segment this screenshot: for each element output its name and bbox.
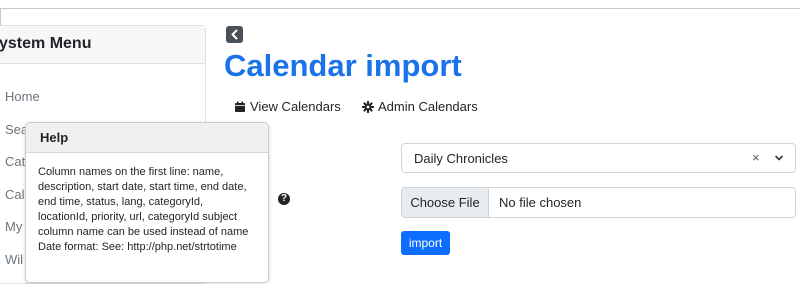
help-line: end time, status, lang, categoryId, xyxy=(38,196,204,208)
system-menu-header: ystem Menu xyxy=(0,26,205,64)
system-menu-title: ystem Menu xyxy=(0,35,92,52)
page-title: Calendar import xyxy=(224,48,462,83)
calendar-icon xyxy=(235,101,245,112)
help-line: locationId, priority, url, categoryId su… xyxy=(38,211,238,223)
view-calendars-link[interactable]: View Calendars xyxy=(234,99,341,114)
sidebar-item-my[interactable]: My xyxy=(5,219,22,234)
file-status-text: No file chosen xyxy=(499,195,582,210)
back-button[interactable] xyxy=(226,26,243,43)
sidebar-item-wiki[interactable]: Wil xyxy=(5,252,23,267)
admin-calendars-link[interactable]: Admin Calendars xyxy=(362,99,478,114)
calendar-select-value: Daily Chronicles xyxy=(414,151,508,166)
chevron-left-icon xyxy=(231,29,238,40)
window-top-border xyxy=(0,8,800,9)
help-popover-header: Help xyxy=(26,123,268,153)
help-line: description, start date, start time, end… xyxy=(38,181,247,193)
help-line: Date format: See: http://php.net/strtoti… xyxy=(38,241,237,253)
help-popover-title: Help xyxy=(40,130,69,145)
admin-calendars-label: Admin Calendars xyxy=(378,99,478,114)
help-line: column name can be used instead of name xyxy=(38,226,249,238)
sidebar-item-categories[interactable]: Cat xyxy=(5,154,25,169)
choose-file-button[interactable]: Choose File xyxy=(402,188,489,217)
help-line: Column names on the first line: name, xyxy=(38,166,224,178)
chevron-down-icon[interactable] xyxy=(774,153,784,163)
sidebar-item-home[interactable]: Home xyxy=(5,89,40,104)
help-popover: Help Column names on the first line: nam… xyxy=(25,122,269,283)
file-input[interactable]: Choose File No file chosen xyxy=(401,187,796,218)
clear-icon[interactable]: × xyxy=(752,150,760,165)
help-popover-body: Column names on the first line: name, de… xyxy=(38,165,266,255)
sidebar-item-calendars[interactable]: Cal xyxy=(5,187,25,202)
import-button[interactable]: import xyxy=(401,231,450,255)
calendar-select[interactable]: Daily Chronicles × xyxy=(401,143,796,173)
help-icon[interactable]: ? xyxy=(278,193,290,205)
gear-icon xyxy=(362,100,374,113)
view-calendars-label: View Calendars xyxy=(250,99,341,114)
